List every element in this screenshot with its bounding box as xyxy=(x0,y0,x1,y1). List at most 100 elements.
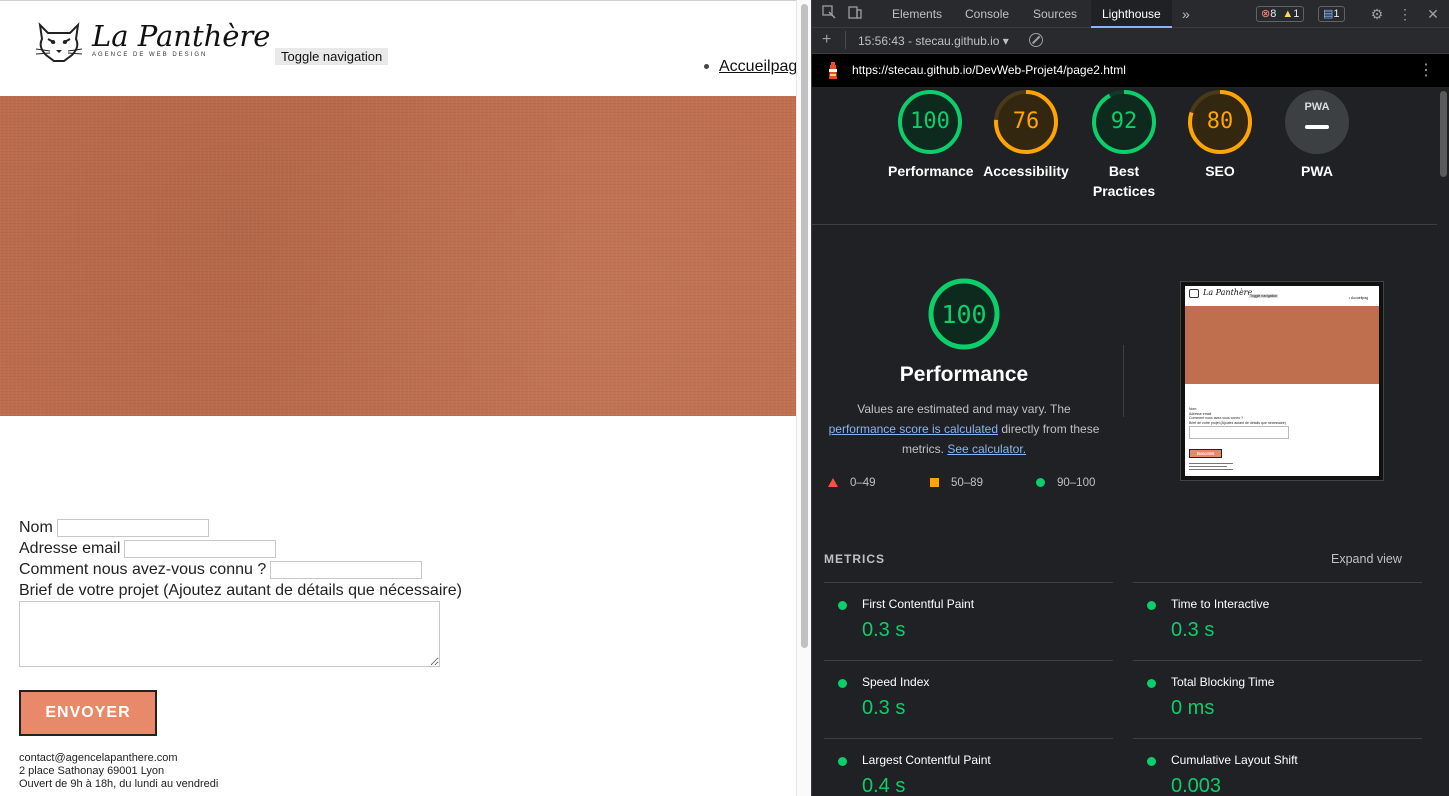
thumb-form: Nom Adresse email Comment nous avez-vous… xyxy=(1189,407,1289,439)
metric-value: 0.3 s xyxy=(862,697,906,719)
page-scrollbar-thumb[interactable] xyxy=(801,4,808,648)
gauge-label: Best Practices xyxy=(1092,163,1156,199)
metric-fcp: First Contentful Paint 0.3 s xyxy=(824,582,1113,660)
report-url[interactable]: https://stecau.github.io/DevWeb-Projet4/… xyxy=(852,63,1126,77)
screenshot-image: La Panthère Toggle navigation • Accueilp… xyxy=(1185,286,1379,476)
legend-average: 50–89 xyxy=(930,477,983,489)
gauge-performance-large: 100 xyxy=(926,277,1002,351)
issues-badge[interactable]: ⊗8 ▲1 xyxy=(1256,6,1305,22)
clear-icon[interactable] xyxy=(1029,33,1043,47)
metric-name: Total Blocking Time xyxy=(1171,675,1275,689)
toggle-navigation-button[interactable]: Toggle navigation xyxy=(275,48,389,65)
gauge-seo[interactable]: 80 SEO xyxy=(1178,89,1262,181)
toolbar-divider xyxy=(845,31,846,49)
metric-value: 0.003 xyxy=(1171,775,1222,796)
source-label: Comment nous avez-vous connu ? xyxy=(19,561,267,578)
name-label: Nom xyxy=(19,519,53,536)
report-select[interactable]: 15:56:43 - stecau.github.io ▾ xyxy=(858,34,1009,48)
gauge-value: 80 xyxy=(1206,109,1234,134)
circle-icon xyxy=(1036,478,1045,488)
legend-pass-label: 90–100 xyxy=(1057,477,1096,489)
thumb-logo: La Panthère xyxy=(1203,288,1253,297)
submit-button[interactable]: ENVOYER xyxy=(19,690,157,736)
gauge-best-practices[interactable]: 92 Best Practices xyxy=(1082,89,1166,201)
expand-view-toggle[interactable]: Expand view xyxy=(1331,552,1402,566)
pass-dot-icon xyxy=(1147,601,1156,610)
kebab-menu-icon[interactable]: ⋮ xyxy=(1396,5,1414,23)
tab-elements[interactable]: Elements xyxy=(892,0,942,28)
error-count: 8 xyxy=(1270,8,1277,20)
metric-value: 0.3 s xyxy=(862,619,906,641)
thumb-nav: • Accueilpag xyxy=(1349,296,1369,300)
gauge-label: SEO xyxy=(1205,163,1235,179)
final-screenshot[interactable]: La Panthère Toggle navigation • Accueilp… xyxy=(1180,281,1384,481)
thumb-textarea xyxy=(1189,426,1289,439)
section-divider xyxy=(812,224,1437,225)
warning-count: 1 xyxy=(1293,8,1300,20)
chevron-down-icon: ▾ xyxy=(1002,34,1009,48)
metric-cls: Cumulative Layout Shift 0.003 xyxy=(1133,738,1422,796)
source-input[interactable] xyxy=(270,560,423,579)
new-report-icon[interactable]: + xyxy=(822,32,831,48)
thumb-hero xyxy=(1185,306,1379,384)
metric-value: 0.3 s xyxy=(1171,619,1215,641)
brief-textarea[interactable] xyxy=(19,601,440,667)
lighthouse-toolbar: + 15:56:43 - stecau.github.io ▾ xyxy=(812,28,1449,54)
messages-badge[interactable]: ▤1 xyxy=(1318,6,1345,22)
gauge-value: 100 xyxy=(910,109,950,134)
warning-icon: ▲ xyxy=(1282,8,1294,20)
gear-icon[interactable]: ⚙ xyxy=(1368,5,1386,23)
metric-name: Largest Contentful Paint xyxy=(862,753,991,767)
pwa-badge-text: PWA xyxy=(1304,101,1330,113)
legend-average-label: 50–89 xyxy=(951,477,983,489)
report-scrollbar[interactable] xyxy=(1437,87,1449,796)
close-icon[interactable]: ✕ xyxy=(1424,5,1442,23)
metric-lcp: Largest Contentful Paint 0.4 s xyxy=(824,738,1113,796)
hero-banner xyxy=(0,96,796,416)
legend-fail: 0–49 xyxy=(828,477,876,489)
gauge-performance[interactable]: 100 Performance xyxy=(888,89,974,181)
see-calculator-link[interactable]: See calculator. xyxy=(947,442,1026,456)
pass-dot-icon xyxy=(838,679,847,688)
nav-link-accueil[interactable]: Accueilpag xyxy=(719,58,796,75)
pass-dot-icon xyxy=(1147,679,1156,688)
report-select-value: 15:56:43 - stecau.github.io xyxy=(858,34,1000,48)
panther-head-icon xyxy=(35,22,83,62)
legend-pass: 90–100 xyxy=(1036,477,1095,489)
metric-name: Speed Index xyxy=(862,675,930,689)
gauge-value: 100 xyxy=(941,300,987,329)
metric-tbt: Total Blocking Time 0 ms xyxy=(1133,660,1422,738)
message-icon: ▤ xyxy=(1323,8,1334,20)
tab-console[interactable]: Console xyxy=(965,0,1009,28)
performance-description: Values are estimated and may vary. The p… xyxy=(824,399,1104,459)
more-tabs-icon[interactable]: » xyxy=(1182,0,1190,28)
score-calculated-link[interactable]: performance score is calculated xyxy=(829,422,998,436)
contact-form: Nom Adresse email Comment nous avez-vous… xyxy=(19,517,462,667)
inspect-element-icon[interactable] xyxy=(820,5,838,23)
bullet-icon xyxy=(704,64,709,70)
metric-value: 0 ms xyxy=(1171,697,1215,719)
brief-label: Brief de votre projet (Ajoutez autant de… xyxy=(19,582,462,599)
page-scrollbar[interactable] xyxy=(796,0,811,796)
name-input[interactable] xyxy=(56,518,209,537)
footer: contact@agencelapanthere.com 2 place Sat… xyxy=(19,752,218,791)
email-input[interactable] xyxy=(124,539,277,558)
legend-fail-label: 0–49 xyxy=(850,477,876,489)
tab-lighthouse[interactable]: Lighthouse xyxy=(1091,0,1172,28)
gauge-value: 76 xyxy=(1012,109,1040,134)
gauge-accessibility[interactable]: 76 Accessibility xyxy=(980,89,1072,181)
logo-subtitle: AGENCE DE WEB DESIGN xyxy=(92,52,208,58)
tab-sources[interactable]: Sources xyxy=(1033,0,1077,28)
logo[interactable]: La Panthère AGENCE DE WEB DESIGN xyxy=(34,19,270,65)
metric-name: First Contentful Paint xyxy=(862,597,975,611)
metric-speed-index: Speed Index 0.3 s xyxy=(824,660,1113,738)
pwa-badge-icon xyxy=(1285,90,1349,154)
device-toolbar-icon[interactable] xyxy=(846,5,864,23)
website-page: La Panthère AGENCE DE WEB DESIGN Toggle … xyxy=(0,0,796,796)
kebab-menu-icon[interactable]: ⋮ xyxy=(1418,60,1434,80)
logo-title: La Panthère xyxy=(92,19,271,53)
gauge-label: Accessibility xyxy=(983,163,1069,179)
gauge-pwa[interactable]: PWA PWA xyxy=(1275,89,1359,181)
gauge-label: PWA xyxy=(1301,163,1333,179)
report-scrollbar-thumb[interactable] xyxy=(1440,91,1447,177)
